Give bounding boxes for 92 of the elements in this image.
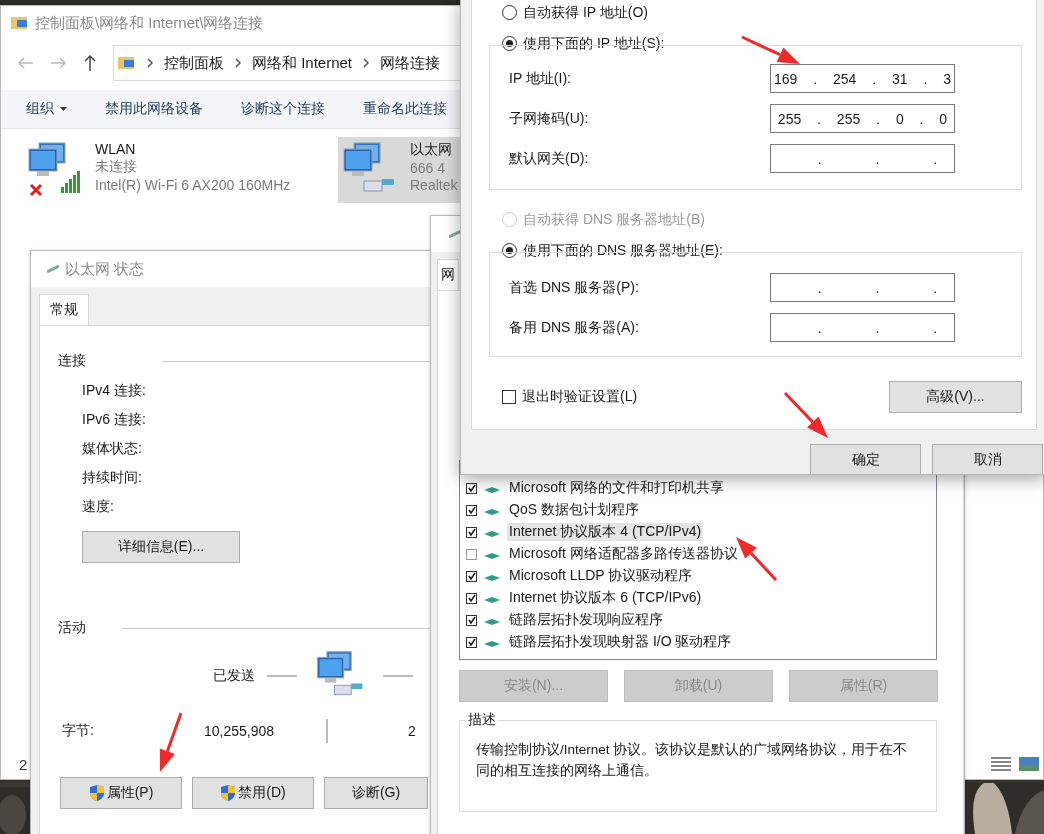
- toolbar-button[interactable]: 诊断这个连接: [241, 100, 325, 118]
- dialog-button[interactable]: 确定: [810, 444, 921, 474]
- list-item[interactable]: Internet 协议版本 6 (TCP/IPv6): [466, 587, 936, 609]
- component-name: QoS 数据包计划程序: [508, 501, 640, 519]
- large-icons-view-icon[interactable]: [1019, 756, 1039, 772]
- list-item[interactable]: 链路层拓扑发现响应程序: [466, 609, 936, 631]
- pointer-arrow: [741, 35, 800, 64]
- ip-address-field[interactable]: . . .: [770, 144, 955, 173]
- component-name: Internet 协议版本 6 (TCP/IPv6): [508, 589, 703, 607]
- checkbox[interactable]: [466, 614, 477, 626]
- component-name: Microsoft 网络的文件和打印机共享: [508, 479, 725, 497]
- shield-icon: [88, 784, 105, 802]
- breadcrumb-item[interactable]: 网络连接: [380, 53, 441, 73]
- cable-icon: [47, 265, 59, 273]
- chevron-icon: [362, 58, 371, 68]
- description-text: 传输控制协议/Internet 协议。该协议是默认的广域网络协议，用于在不同的相互连接的网络上通信。: [476, 741, 909, 780]
- cable-icon: [449, 230, 461, 238]
- field-label: 首选 DNS 服务器(P):: [509, 278, 639, 297]
- dialog-button[interactable]: 属性(P): [60, 777, 182, 809]
- connection-item[interactable]: WLAN 未连接 Intel(R) Wi-Fi 6 AX200 160MHz: [23, 137, 323, 203]
- radio-label: 自动获得 DNS 服务器地址(B): [523, 210, 705, 229]
- toolbar-button[interactable]: 组织: [26, 100, 67, 118]
- list-item[interactable]: Internet 协议版本 4 (TCP/IPv4): [466, 521, 936, 543]
- field-label: 速度:: [81, 496, 115, 516]
- pointer-arrow: [159, 712, 183, 772]
- dialog-button[interactable]: 取消: [932, 444, 1043, 474]
- component-name: 链路层拓扑发现响应程序: [508, 611, 664, 629]
- list-item[interactable]: Microsoft LLDP 协议驱动程序: [466, 565, 936, 587]
- tab[interactable]: 常规: [39, 294, 89, 325]
- component-name: Internet 协议版本 4 (TCP/IPv4): [507, 523, 704, 541]
- field-label: 备用 DNS 服务器(A):: [509, 318, 639, 337]
- field-label: 持续时间:: [81, 467, 143, 487]
- field-label: IPv6 连接:: [81, 409, 147, 429]
- dialog-button[interactable]: 诊断(G): [324, 777, 428, 809]
- window-title: 控制面板\网络和 Internet\网络连接: [35, 13, 264, 33]
- group-label: 描述: [466, 711, 498, 729]
- checkbox[interactable]: [466, 504, 477, 516]
- details-view-icon[interactable]: [991, 756, 1011, 772]
- checkbox[interactable]: [466, 526, 477, 538]
- checkbox[interactable]: [466, 570, 477, 582]
- connection-name: WLAN: [95, 141, 137, 157]
- breadcrumb-item[interactable]: 控制面板: [164, 53, 224, 73]
- chevron-icon: [146, 58, 154, 68]
- window-title: 以太网 状态: [65, 259, 145, 279]
- field-label: 媒体状态:: [81, 438, 143, 458]
- dialog-button[interactable]: 禁用(D): [192, 777, 314, 809]
- ip-address-field[interactable]: . . .: [770, 313, 955, 342]
- shield-icon: [220, 784, 237, 802]
- bytes-received: 2: [408, 723, 416, 739]
- chevron-icon: [234, 58, 242, 68]
- caret-icon: [60, 107, 67, 111]
- folder-network-icon: [11, 15, 29, 31]
- folder-network-icon: [118, 55, 136, 71]
- ip-address-field[interactable]: 255 . 255 . 0 . 0: [770, 104, 955, 133]
- bytes-sent: 10,255,908: [204, 723, 276, 739]
- adapter-name: Intel(R) Wi-Fi 6 AX200 160MHz: [95, 177, 291, 193]
- field-label: IP 地址(I):: [509, 69, 571, 88]
- component-name: Microsoft 网络适配器多路传送器协议: [508, 545, 739, 563]
- pointer-arrow: [783, 391, 828, 438]
- list-item[interactable]: Microsoft 网络的文件和打印机共享: [466, 477, 936, 499]
- toolbar-button[interactable]: 禁用此网络设备: [105, 100, 203, 118]
- adapter-name: Realtek: [410, 177, 458, 193]
- list-item[interactable]: 链路层拓扑发现映射器 I/O 驱动程序: [466, 631, 936, 653]
- breadcrumb-item[interactable]: 网络和 Internet: [252, 53, 353, 73]
- checkbox[interactable]: [466, 592, 477, 604]
- list-item[interactable]: Microsoft 网络适配器多路传送器协议: [466, 543, 936, 565]
- list-item[interactable]: QoS 数据包计划程序: [466, 499, 936, 521]
- radio-label: 自动获得 IP 地址(O): [523, 3, 648, 22]
- status-text: 2: [19, 755, 28, 773]
- ip-address-field[interactable]: 169 . 254 . 31 . 3: [770, 64, 955, 93]
- ip-address-field[interactable]: . . .: [770, 273, 955, 302]
- checkbox[interactable]: [466, 482, 477, 494]
- toolbar-button[interactable]: 重命名此连接: [363, 100, 447, 118]
- pointer-arrow: [736, 537, 778, 582]
- component-name: Microsoft LLDP 协议驱动程序: [508, 567, 694, 585]
- group-label: 活动: [58, 619, 86, 637]
- field-label: IPv4 连接:: [81, 380, 147, 400]
- checkbox-label[interactable]: 退出时验证设置(L): [502, 388, 638, 406]
- checkbox[interactable]: [466, 548, 477, 560]
- component-name: 链路层拓扑发现映射器 I/O 驱动程序: [508, 633, 733, 651]
- sent-label: 已发送: [213, 667, 255, 685]
- field-label: 子网掩码(U):: [509, 109, 589, 128]
- checkbox[interactable]: [466, 636, 477, 648]
- tab[interactable]: 网: [437, 259, 459, 290]
- group-label: 连接: [58, 352, 86, 370]
- bytes-label: 字节:: [62, 722, 95, 740]
- advanced-button[interactable]: 高级(V)...: [889, 381, 1022, 413]
- connection-status: 666 4: [410, 160, 447, 176]
- details-button[interactable]: 详细信息(E)...: [82, 531, 240, 563]
- connection-status: 未连接: [95, 158, 138, 176]
- checkbox[interactable]: [502, 390, 516, 404]
- connection-name: 以太网: [410, 141, 453, 159]
